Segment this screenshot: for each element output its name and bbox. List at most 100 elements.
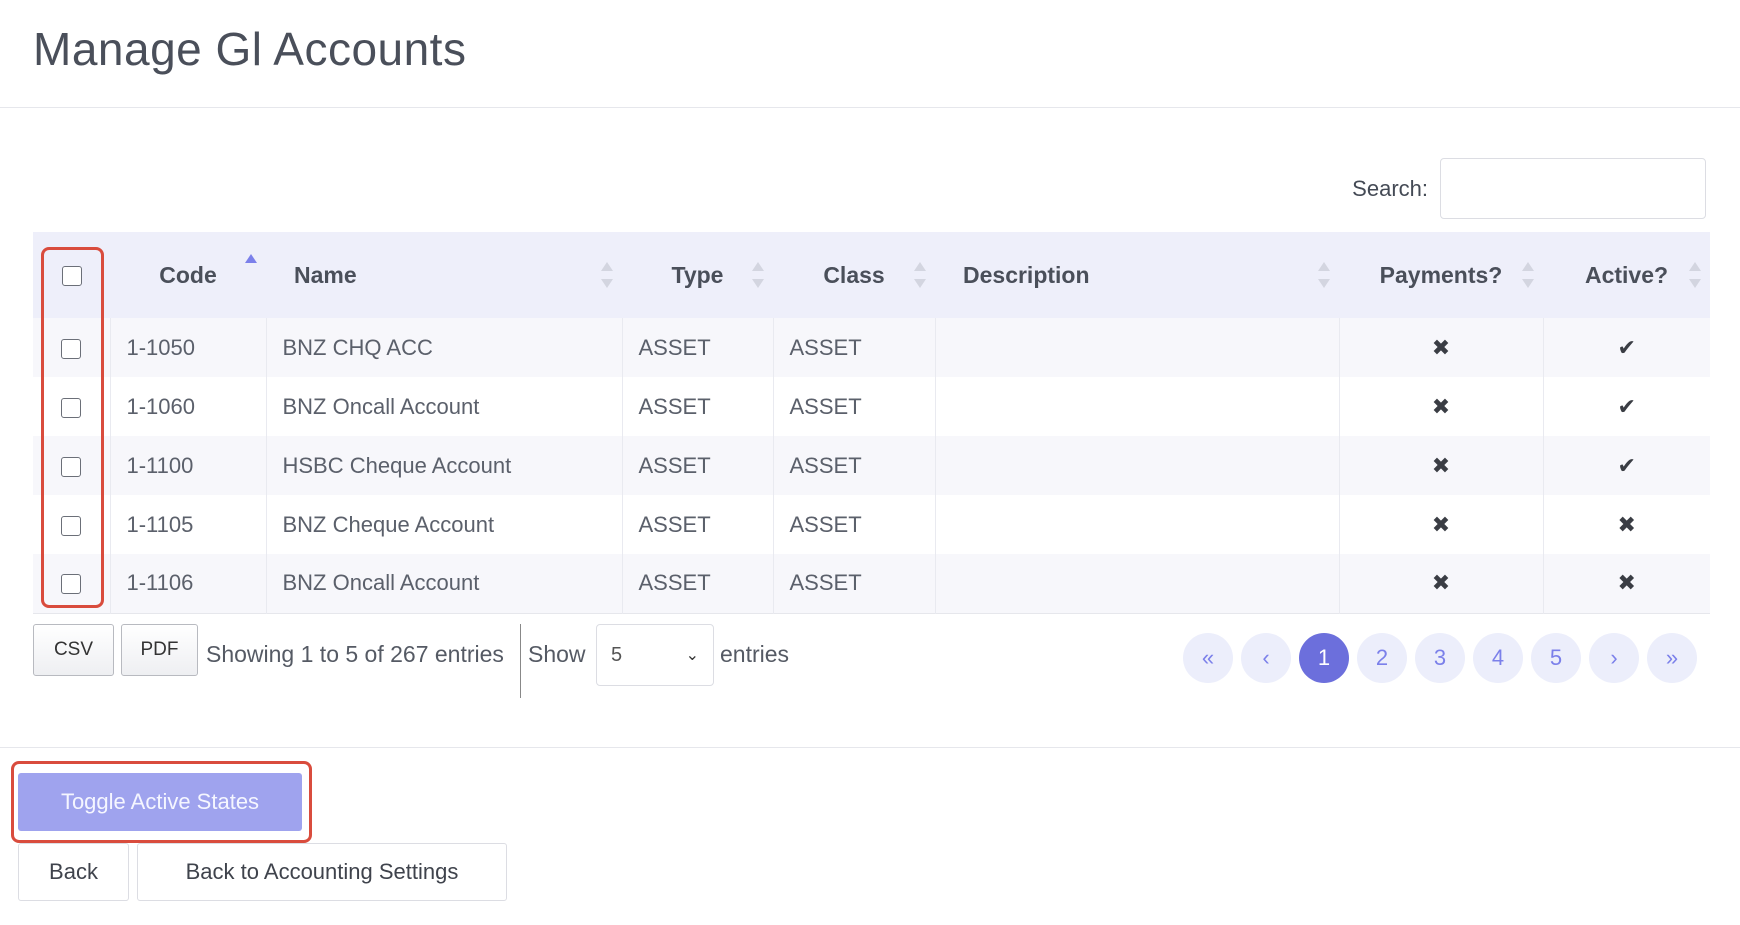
select-all-checkbox[interactable] — [61, 266, 82, 287]
table-row: 1-1050 BNZ CHQ ACC ASSET ASSET ✖ ✔ — [33, 318, 1710, 377]
first-page-icon[interactable]: « — [1183, 633, 1233, 683]
row-select-cell — [33, 436, 110, 495]
column-header-label: Code — [159, 261, 217, 288]
previous-page-icon[interactable]: ‹ — [1241, 633, 1291, 683]
type-cell: ASSET — [621, 436, 773, 495]
class-cell: ASSET — [772, 495, 935, 554]
pdf-export-button[interactable]: PDF — [121, 624, 198, 676]
page-title: Manage Gl Accounts — [33, 23, 467, 75]
table-row: 1-1105 BNZ Cheque Account ASSET ASSET ✖ … — [33, 495, 1710, 554]
active-check-icon: ✔ — [1542, 436, 1710, 495]
class-cell: ASSET — [772, 554, 935, 613]
sort-icon — [1521, 262, 1535, 288]
code-cell: 1-1106 — [109, 554, 266, 613]
class-cell: ASSET — [772, 436, 935, 495]
row-select-cell — [33, 495, 110, 554]
actions-divider — [0, 747, 1740, 748]
column-header-active[interactable]: Active? — [1543, 232, 1710, 318]
header-divider — [0, 107, 1740, 108]
table-row: 1-1100 HSBC Cheque Account ASSET ASSET ✖… — [33, 436, 1710, 495]
sort-icon — [1317, 262, 1331, 288]
active-cross-icon: ✖ — [1542, 554, 1710, 613]
column-header-payments[interactable]: Payments? — [1339, 232, 1543, 318]
payments-cross-icon: ✖ — [1338, 554, 1543, 613]
type-cell: ASSET — [621, 495, 773, 554]
last-page-icon[interactable]: » — [1647, 633, 1697, 683]
description-cell — [934, 495, 1339, 554]
name-cell: BNZ Cheque Account — [265, 495, 622, 554]
page-length-select[interactable]: 5 ⌄ — [596, 624, 714, 686]
name-cell: BNZ Oncall Account — [265, 554, 622, 613]
row-checkbox[interactable] — [61, 574, 82, 595]
footer-divider — [520, 624, 521, 698]
pagination: « ‹ 1 2 3 4 5 › » — [1183, 633, 1697, 683]
search-area: Search: — [1352, 158, 1706, 219]
sort-icon — [600, 262, 614, 288]
column-header-label: Class — [823, 261, 885, 288]
column-header-type[interactable]: Type — [622, 232, 773, 318]
toggle-active-states-button[interactable]: Toggle Active States — [18, 773, 302, 831]
column-header-label: Name — [294, 261, 357, 288]
accounts-table: Code Name Type Class Description Payment… — [33, 232, 1710, 614]
code-cell: 1-1050 — [109, 318, 266, 377]
row-checkbox[interactable] — [61, 456, 82, 477]
sort-icon — [751, 262, 765, 288]
page-length-value: 5 — [611, 643, 623, 666]
page-button-4[interactable]: 4 — [1473, 633, 1523, 683]
row-checkbox[interactable] — [61, 397, 82, 418]
search-label: Search: — [1352, 175, 1428, 201]
page-button-3[interactable]: 3 — [1415, 633, 1465, 683]
column-header-code[interactable]: Code — [110, 232, 266, 318]
name-cell: HSBC Cheque Account — [265, 436, 622, 495]
class-cell: ASSET — [772, 377, 935, 436]
name-cell: BNZ Oncall Account — [265, 377, 622, 436]
code-cell: 1-1105 — [109, 495, 266, 554]
active-check-icon: ✔ — [1542, 318, 1710, 377]
select-all-header — [33, 232, 110, 318]
description-cell — [934, 436, 1339, 495]
column-header-label: Description — [963, 261, 1090, 288]
table-info: Showing 1 to 5 of 267 entries — [206, 641, 504, 667]
class-cell: ASSET — [772, 318, 935, 377]
code-cell: 1-1100 — [109, 436, 266, 495]
description-cell — [934, 318, 1339, 377]
back-to-accounting-settings-button[interactable]: Back to Accounting Settings — [137, 843, 507, 901]
payments-cross-icon: ✖ — [1338, 377, 1543, 436]
row-checkbox[interactable] — [61, 515, 82, 536]
show-label: Show — [528, 641, 586, 667]
column-header-label: Active? — [1584, 261, 1669, 288]
row-select-cell — [33, 377, 110, 436]
payments-cross-icon: ✖ — [1338, 495, 1543, 554]
page-button-2[interactable]: 2 — [1357, 633, 1407, 683]
description-cell — [934, 377, 1339, 436]
search-input[interactable] — [1440, 158, 1706, 219]
page-button-5[interactable]: 5 — [1531, 633, 1581, 683]
column-header-description[interactable]: Description — [935, 232, 1339, 318]
back-button[interactable]: Back — [18, 843, 129, 901]
active-cross-icon: ✖ — [1542, 495, 1710, 554]
next-page-icon[interactable]: › — [1589, 633, 1639, 683]
row-select-cell — [33, 554, 110, 613]
name-cell: BNZ CHQ ACC — [265, 318, 622, 377]
type-cell: ASSET — [621, 554, 773, 613]
type-cell: ASSET — [621, 377, 773, 436]
sort-ascending-icon — [244, 254, 258, 280]
column-header-class[interactable]: Class — [773, 232, 935, 318]
column-header-name[interactable]: Name — [266, 232, 622, 318]
chevron-down-icon: ⌄ — [685, 647, 699, 664]
table-row: 1-1106 BNZ Oncall Account ASSET ASSET ✖ … — [33, 554, 1710, 613]
sort-icon — [1688, 262, 1702, 288]
entries-label: entries — [720, 641, 790, 667]
row-checkbox[interactable] — [61, 338, 82, 359]
column-header-label: Type — [671, 261, 724, 288]
active-check-icon: ✔ — [1542, 377, 1710, 436]
table-row: 1-1060 BNZ Oncall Account ASSET ASSET ✖ … — [33, 377, 1710, 436]
type-cell: ASSET — [621, 318, 773, 377]
page-button-1[interactable]: 1 — [1299, 633, 1349, 683]
csv-export-button[interactable]: CSV — [33, 624, 114, 676]
row-select-cell — [33, 318, 110, 377]
code-cell: 1-1060 — [109, 377, 266, 436]
table-header-row: Code Name Type Class Description Payment… — [33, 232, 1710, 318]
column-header-label: Payments? — [1379, 261, 1503, 288]
description-cell — [934, 554, 1339, 613]
